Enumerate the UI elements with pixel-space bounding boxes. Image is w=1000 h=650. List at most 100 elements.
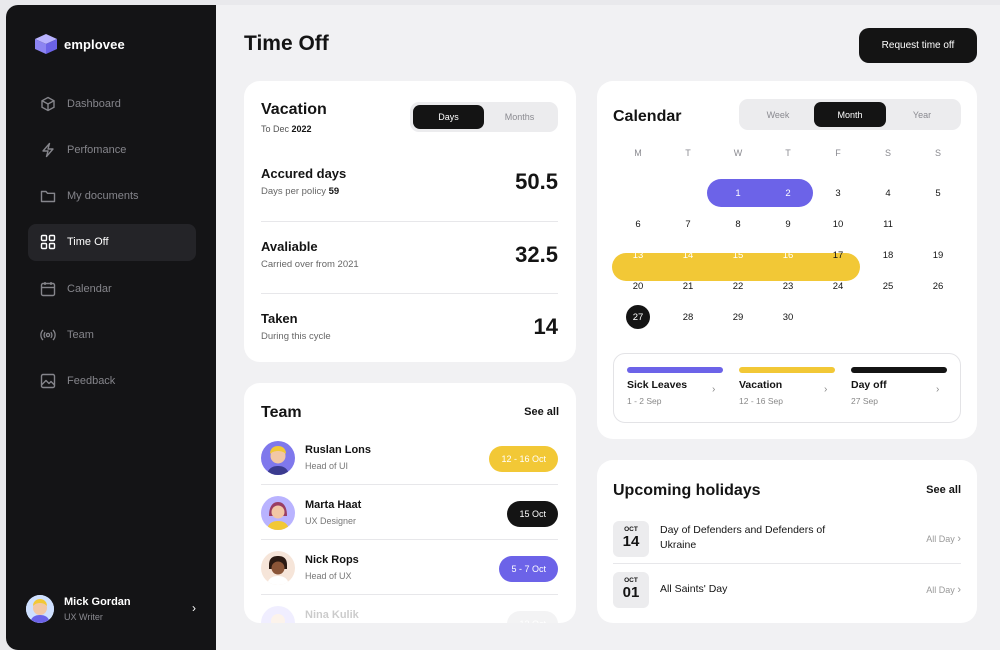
- holiday-row[interactable]: OCT 14 Day of Defenders and Defenders of…: [613, 514, 961, 564]
- calendar-day[interactable]: 23: [763, 272, 813, 300]
- calendar-day-number: 25: [882, 280, 894, 292]
- team-member-row[interactable]: Nina Kulik 12 Oct: [261, 596, 558, 623]
- sidebar-item-time-off[interactable]: Time Off: [28, 223, 196, 261]
- logo[interactable]: emplovee: [34, 33, 125, 55]
- calendar-day[interactable]: 25: [863, 272, 913, 300]
- chevron-right-icon: ›: [824, 384, 828, 395]
- calendar-legend: Sick Leaves 1 - 2 Sep › Vacation 12 - 16…: [613, 353, 961, 423]
- calendar-day-number: 4: [885, 187, 891, 199]
- team-member-row[interactable]: Ruslan Lons Head of UI 12 - 16 Oct: [261, 431, 558, 485]
- sidebar-item-team[interactable]: Team: [28, 316, 196, 353]
- sidebar-item-feedback[interactable]: Feedback: [28, 363, 196, 400]
- calendar-day[interactable]: 7: [663, 210, 713, 238]
- calendar-day[interactable]: 18: [863, 241, 913, 269]
- calendar-day-number: 10: [832, 218, 844, 230]
- sidebar-item-my-documents[interactable]: My documents: [28, 178, 196, 215]
- current-user[interactable]: Mick Gordan UX Writer ›: [26, 595, 196, 623]
- calendar-day[interactable]: 12: [913, 210, 963, 238]
- calendar-day-number: 20: [632, 280, 644, 292]
- chevron-right-icon: ›: [957, 533, 961, 545]
- sidebar-item-dashboard[interactable]: Dashboard: [28, 85, 196, 122]
- calendar-day[interactable]: 24: [813, 272, 863, 300]
- legend-day-off[interactable]: Day off 27 Sep ›: [838, 354, 950, 424]
- weekday-label: T: [685, 148, 691, 158]
- holiday-month: OCT: [624, 526, 638, 533]
- calendar-day[interactable]: 29: [713, 303, 763, 331]
- team-member-row[interactable]: Marta Haat UX Designer 15 Oct: [261, 486, 558, 540]
- team-see-all-link[interactable]: See all: [524, 406, 559, 418]
- holiday-month: OCT: [624, 577, 638, 584]
- stat-taken: Taken During this cycle 14: [261, 293, 558, 365]
- sidebar-item-calendar[interactable]: Calendar: [28, 270, 196, 307]
- tab-year[interactable]: Year: [886, 102, 958, 127]
- request-time-off-button[interactable]: Request time off: [859, 28, 977, 63]
- calendar-day[interactable]: 27: [613, 303, 663, 331]
- calendar-day[interactable]: 3: [813, 179, 863, 207]
- calendar-day[interactable]: 1: [713, 179, 763, 207]
- calendar-day[interactable]: 10: [813, 210, 863, 238]
- sidebar-item-label: Calendar: [67, 282, 112, 295]
- calendar-day[interactable]: 2: [763, 179, 813, 207]
- calendar-day-number: 5: [935, 187, 941, 199]
- holidays-see-all-link[interactable]: See all: [926, 484, 961, 496]
- calendar-day[interactable]: 15: [713, 241, 763, 269]
- calendar-day[interactable]: 8: [713, 210, 763, 238]
- legend-color-bar: [739, 367, 835, 373]
- calendar-day[interactable]: 20: [613, 272, 663, 300]
- calendar-day[interactable]: 6: [613, 210, 663, 238]
- calendar-day[interactable]: 14: [663, 241, 713, 269]
- calendar-day[interactable]: 28: [663, 303, 713, 331]
- legend-color-bar: [851, 367, 947, 373]
- calendar-title: Calendar: [613, 108, 682, 125]
- calendar-day[interactable]: 11: [863, 210, 913, 238]
- holiday-day: 14: [622, 533, 640, 550]
- calendar-day[interactable]: 26: [913, 272, 963, 300]
- calendar-day[interactable]: 30: [763, 303, 813, 331]
- calendar-day[interactable]: 22: [713, 272, 763, 300]
- calendar-day[interactable]: 9: [763, 210, 813, 238]
- vacation-period: To Dec 2022: [261, 124, 312, 134]
- calendar-day-number: 27: [626, 305, 650, 329]
- stat-value: 50.5: [515, 169, 558, 194]
- calendar-day-number: 7: [685, 218, 691, 230]
- calendar-day[interactable]: 5: [913, 179, 963, 207]
- calendar-day-number: 8: [735, 218, 741, 230]
- legend-vacation[interactable]: Vacation 12 - 16 Sep ›: [726, 354, 838, 424]
- user-name: Mick Gordan: [64, 596, 131, 608]
- tab-week[interactable]: Week: [742, 102, 814, 127]
- calendar-day-number: 26: [932, 280, 944, 292]
- member-name: Nina Kulik: [305, 609, 359, 621]
- tab-month[interactable]: Month: [814, 102, 886, 127]
- member-name: Ruslan Lons: [305, 444, 372, 456]
- brand-name: emplovee: [64, 36, 125, 52]
- calendar-day[interactable]: 4: [863, 179, 913, 207]
- calendar-day-number: 12: [932, 218, 944, 230]
- sidebar-item-performance[interactable]: Perfomance: [28, 131, 196, 168]
- calendar-day[interactable]: 16: [763, 241, 813, 269]
- holiday-duration: All Day ›: [926, 533, 961, 545]
- toggle-months[interactable]: Months: [484, 105, 555, 129]
- toggle-days[interactable]: Days: [413, 105, 484, 129]
- calendar-day[interactable]: 21: [663, 272, 713, 300]
- holiday-row[interactable]: OCT 01 All Saints' Day All Day ›: [613, 565, 961, 615]
- holiday-duration: All Day ›: [926, 584, 961, 596]
- sidebar: emplovee Dashboard Perfomance My documen…: [6, 5, 216, 650]
- sidebar-item-label: My documents: [67, 190, 139, 203]
- calendar-day-number: 18: [882, 249, 894, 261]
- stat-sub-text: Days per policy: [261, 186, 326, 197]
- legend-sick-leaves[interactable]: Sick Leaves 1 - 2 Sep ›: [614, 354, 726, 424]
- team-member-row[interactable]: Nick Rops Head of UX 5 - 7 Oct: [261, 541, 558, 595]
- calendar-day[interactable]: 17: [813, 241, 863, 269]
- weekday-label: W: [733, 148, 743, 158]
- legend-title: Day off: [851, 379, 887, 391]
- folder-icon: [40, 190, 56, 203]
- calendar-day-number: 28: [682, 311, 694, 323]
- calendar-day-number: 22: [732, 280, 744, 292]
- weekday-label: M: [634, 148, 642, 158]
- calendar-day-number: 19: [932, 249, 944, 261]
- stat-sub: During this cycle: [261, 331, 331, 342]
- vacation-period-year: 2022: [291, 124, 312, 134]
- calendar-day[interactable]: 13: [613, 241, 663, 269]
- calendar-day[interactable]: 19: [913, 241, 963, 269]
- logo-cube-icon: [35, 34, 57, 54]
